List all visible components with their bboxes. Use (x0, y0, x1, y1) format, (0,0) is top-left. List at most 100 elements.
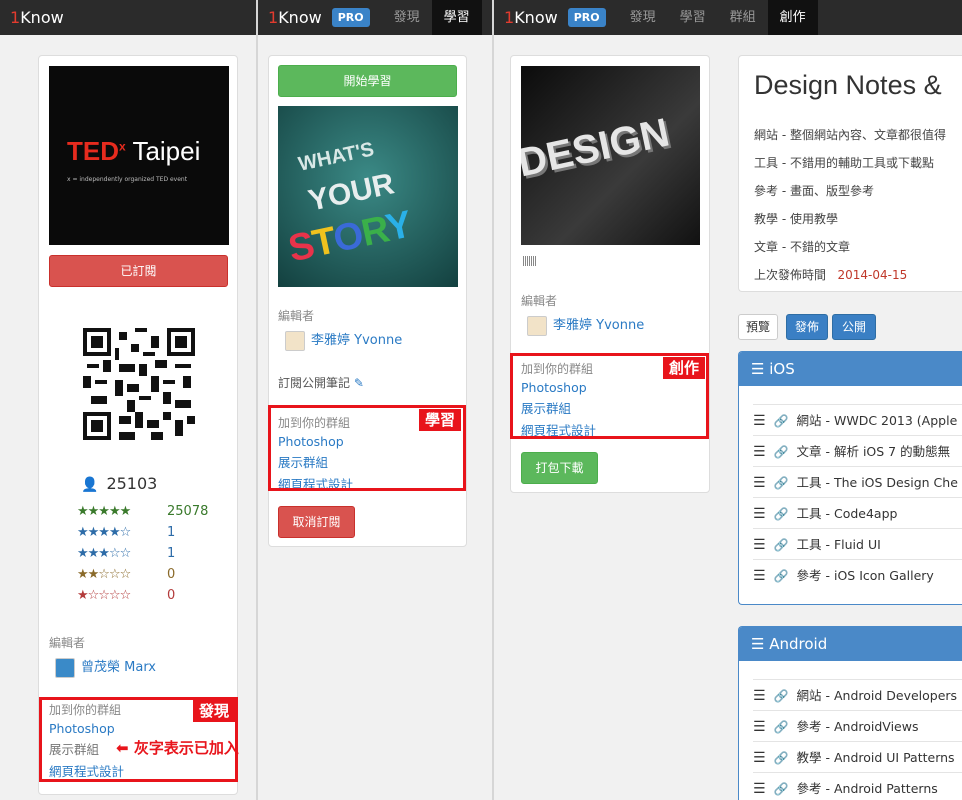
subscribed-button[interactable]: 已訂閱 (49, 255, 228, 287)
callout-label: 學習 (419, 409, 462, 431)
qr-code[interactable] (83, 328, 195, 440)
rating-count: 0 (167, 588, 176, 603)
nav-discover[interactable]: 發現 (618, 0, 668, 35)
learn-panel: 1Know PRO 發現 學習 開始學習 WHAT'S YOUR STORY 編… (258, 0, 492, 800)
list-item[interactable]: ☰ 🔗 網站 - Android Developers (753, 679, 962, 710)
section-header[interactable]: ☰ iOS (739, 352, 962, 386)
list-item[interactable]: ☰ 🔗 參考 - iOS Icon Gallery (753, 559, 962, 590)
cover-word-3: STORY (284, 203, 415, 271)
nav-learn[interactable]: 學習 (668, 0, 718, 35)
link-icon: 🔗 (773, 507, 789, 521)
subscriber-count: 👤 25103 (81, 474, 158, 493)
list-item[interactable]: ☰ 🔗 工具 - Code4app (753, 497, 962, 528)
list-item-label: 網站 - WWDC 2013 (Apple (796, 413, 958, 428)
drag-handle-icon[interactable]: ☰ (753, 719, 766, 735)
avatar (527, 315, 547, 336)
drag-handle-icon[interactable]: ☰ (753, 568, 766, 584)
editor-link[interactable]: 李雅婷 Yvonne (285, 329, 402, 351)
nav-create[interactable]: 創作 (767, 0, 818, 35)
drag-handle-icon[interactable]: ☰ (753, 413, 766, 429)
star-rating: ★★★☆☆ (77, 546, 131, 561)
section-ios: ☰ iOS ☰ 🔗 網站 - WWDC 2013 (Apple ☰ 🔗 文章 - 解析 i… (738, 351, 962, 605)
editor-link[interactable]: 李雅婷 Yvonne (527, 314, 644, 336)
drag-handle-icon[interactable]: ☰ (753, 750, 766, 766)
list-item[interactable]: ☰ 🔗 教學 - Android UI Patterns (753, 741, 962, 772)
rating-count: 1 (167, 525, 176, 540)
list-item-label: 工具 - Code4app (796, 506, 898, 521)
app-logo[interactable]: 1Know (258, 8, 332, 27)
category-legend: 網站 - 整個網站內容、文章都很值得 工具 - 不錯用的輔助工具或下載點 參考 … (754, 121, 946, 289)
rating-count: 0 (167, 567, 176, 582)
avatar (55, 657, 75, 678)
editor-link[interactable]: 曾茂榮 Marx (55, 656, 156, 678)
list-item[interactable]: ☰ 🔗 網站 - WWDC 2013 (Apple (753, 404, 962, 435)
last-publish: 上次發佈時間 2014-04-15 (754, 268, 908, 282)
drag-handle-icon[interactable]: ☰ (753, 781, 766, 797)
editor-label: 編輯者 (49, 636, 86, 650)
pack-download-button[interactable]: 打包下載 (521, 452, 598, 484)
app-logo[interactable]: 1Know (494, 8, 568, 27)
nav-discover[interactable]: 發現 (382, 0, 432, 35)
section-header[interactable]: ☰ Android (739, 627, 962, 661)
legend-item: 參考 - 畫面、版型參考 (754, 184, 874, 198)
top-nav: 1Know PRO 發現 學習 群組 創作 (494, 0, 962, 35)
edit-icon: ✎ (353, 376, 364, 390)
barcode-icon[interactable] (523, 256, 537, 266)
publish-button[interactable]: 發佈 (786, 314, 828, 340)
cover-tagline: x = independently organized TED event (67, 176, 188, 183)
app-logo[interactable]: 1Know (0, 8, 74, 27)
list-item[interactable]: ☰ 🔗 參考 - AndroidViews (753, 710, 962, 741)
list-item[interactable]: ☰ 🔗 文章 - 解析 iOS 7 的動態無 (753, 435, 962, 466)
drag-handle-icon[interactable]: ☰ (753, 506, 766, 522)
list-item-label: 教學 - Android UI Patterns (796, 750, 955, 765)
link-icon: 🔗 (773, 782, 789, 796)
start-learning-button[interactable]: 開始學習 (278, 65, 457, 97)
link-icon: 🔗 (773, 476, 789, 490)
last-publish-date: 2014-04-15 (837, 268, 908, 282)
rating-row: ★☆☆☆☆ 0 (77, 588, 175, 603)
link-icon: 🔗 (773, 414, 789, 428)
nav-groups[interactable]: 群組 (718, 0, 768, 35)
rating-count: 1 (167, 546, 176, 561)
list-item[interactable]: ☰ 🔗 工具 - Fluid UI (753, 528, 962, 559)
drag-handle-icon[interactable]: ☰ (753, 537, 766, 553)
list-item-label: 工具 - The iOS Design Che (796, 475, 958, 490)
notebook-cover: WHAT'S YOUR STORY (278, 106, 458, 287)
list-icon: ☰ (751, 635, 765, 653)
drag-handle-icon[interactable]: ☰ (753, 688, 766, 704)
top-nav: 1Know PRO 發現 學習 (258, 0, 492, 35)
drag-handle-icon[interactable]: ☰ (753, 475, 766, 491)
editor-label: 編輯者 (278, 309, 315, 323)
rating-row: ★★★★★ 25078 (77, 504, 208, 519)
notebook-info: Design Notes & 網站 - 整個網站內容、文章都很值得 工具 - 不… (738, 55, 962, 292)
link-icon: 🔗 (773, 538, 789, 552)
notebook-card: TEDx Taipei x = independently organized … (38, 55, 238, 795)
top-nav: 1Know (0, 0, 256, 35)
list-item-label: 參考 - AndroidViews (796, 719, 919, 734)
arrow-left-icon: ⬅ (116, 739, 129, 757)
star-rating: ★★☆☆☆ (77, 567, 131, 582)
star-rating: ★★★★★ (77, 504, 131, 519)
list-item-label: 網站 - Android Developers (796, 688, 958, 703)
cover-brand: TEDx Taipei (67, 136, 201, 166)
callout-label: 發現 (193, 700, 236, 722)
discover-panel: 1Know TEDx Taipei x = independently orga… (0, 0, 256, 800)
rating-row: ★★★★☆ 1 (77, 525, 175, 540)
list-item-label: 參考 - iOS Icon Gallery (796, 568, 934, 583)
subscribe-notes-link[interactable]: 訂閱公開筆記 ✎ (278, 374, 364, 391)
link-icon: 🔗 (773, 569, 789, 583)
star-rating: ★★★★☆ (77, 525, 131, 540)
list-item[interactable]: ☰ 🔗 參考 - Android Patterns (753, 772, 962, 800)
unsubscribe-button[interactable]: 取消訂閱 (278, 506, 355, 538)
public-button[interactable]: 公開 (832, 314, 876, 340)
pro-badge: PRO (331, 8, 370, 27)
drag-handle-icon[interactable]: ☰ (753, 444, 766, 460)
legend-item: 文章 - 不錯的文章 (754, 240, 850, 254)
rating-row: ★★★☆☆ 1 (77, 546, 175, 561)
nav-learn[interactable]: 學習 (431, 0, 482, 35)
legend-item: 網站 - 整個網站內容、文章都很值得 (754, 128, 946, 142)
preview-button[interactable]: 預覽 (738, 314, 778, 340)
rating-row: ★★☆☆☆ 0 (77, 567, 175, 582)
list-item[interactable]: ☰ 🔗 工具 - The iOS Design Che (753, 466, 962, 497)
editor-label: 編輯者 (521, 294, 558, 308)
